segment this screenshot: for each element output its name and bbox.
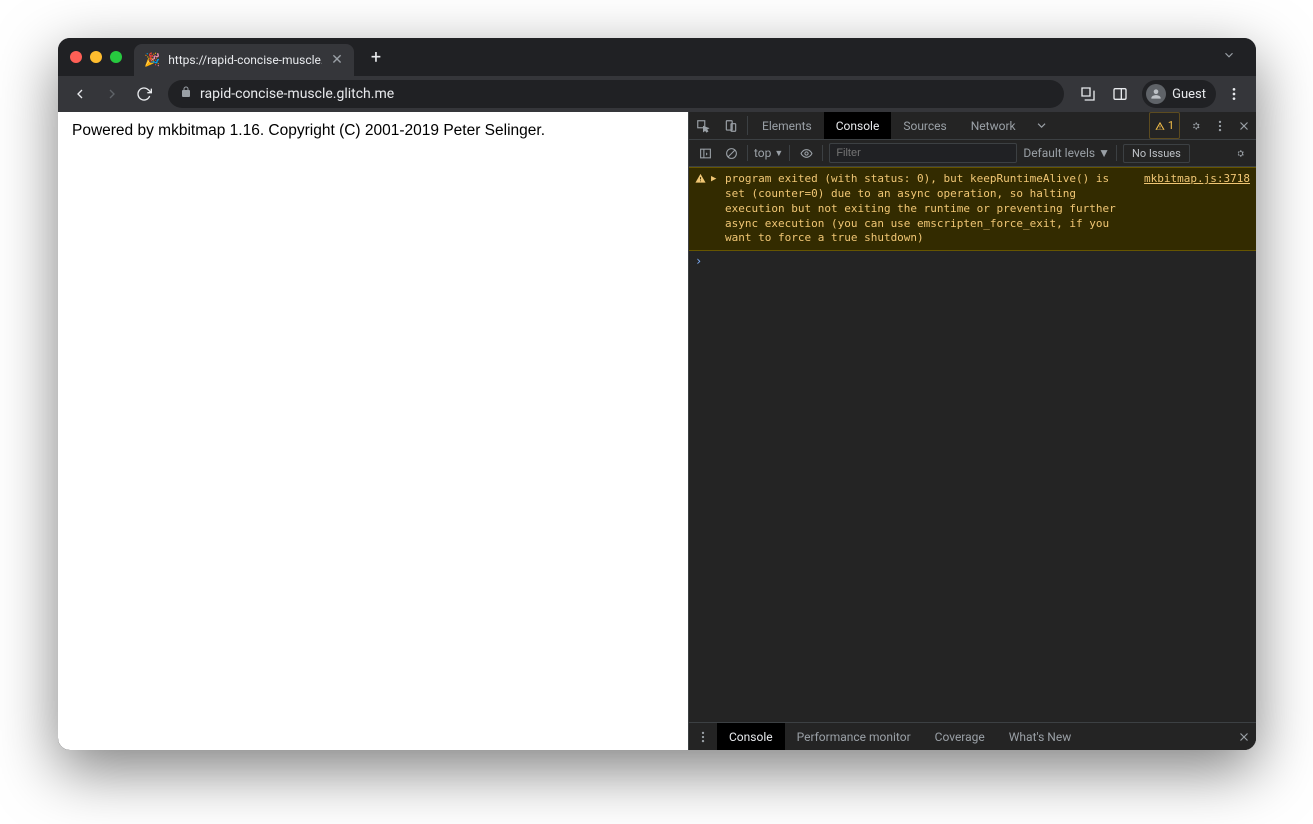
reload-button[interactable] — [130, 80, 158, 108]
tabs-overflow-button[interactable] — [1214, 44, 1244, 70]
console-sidebar-toggle[interactable] — [695, 147, 715, 160]
drawer-tab-coverage[interactable]: Coverage — [923, 723, 997, 750]
tab-sources[interactable]: Sources — [891, 112, 958, 139]
avatar-icon — [1146, 84, 1166, 104]
console-settings-button[interactable] — [1230, 147, 1250, 160]
new-tab-button[interactable]: + — [362, 43, 390, 71]
drawer-tab-performance-monitor[interactable]: Performance monitor — [785, 723, 923, 750]
address-bar: rapid-concise-muscle.glitch.me Guest — [58, 76, 1256, 112]
close-tab-button[interactable]: ✕ — [330, 53, 344, 67]
devtools-panel: Elements Console Sources Network 1 — [688, 112, 1256, 750]
drawer-close-button[interactable] — [1232, 730, 1256, 744]
browser-menu-button[interactable] — [1220, 80, 1248, 108]
page-body-text: Powered by mkbitmap 1.16. Copyright (C) … — [72, 122, 674, 140]
back-button[interactable] — [66, 80, 94, 108]
more-tabs-button[interactable] — [1028, 112, 1054, 139]
devtools-close-button[interactable] — [1232, 112, 1256, 139]
devtools-settings-button[interactable] — [1184, 112, 1208, 139]
console-output[interactable]: ▶ program exited (with status: 0), but k… — [689, 167, 1256, 722]
drawer-menu-button[interactable] — [689, 730, 717, 744]
media-control-button[interactable] — [1074, 80, 1102, 108]
console-warning-entry[interactable]: ▶ program exited (with status: 0), but k… — [689, 167, 1256, 251]
tab-network[interactable]: Network — [959, 112, 1028, 139]
console-filter-input[interactable] — [829, 143, 1017, 163]
forward-button[interactable] — [98, 80, 126, 108]
lock-icon — [180, 86, 192, 102]
console-prompt[interactable]: › — [689, 251, 1256, 271]
tab-favicon: 🎉 — [144, 53, 160, 68]
chevron-down-icon: ▼ — [774, 148, 783, 159]
inspect-element-button[interactable] — [689, 112, 717, 139]
levels-label: Default levels — [1023, 146, 1095, 160]
warning-icon — [693, 172, 707, 246]
log-source-link[interactable]: mkbitmap.js:3718 — [1136, 172, 1250, 246]
title-bar: 🎉 https://rapid-concise-muscle.g ✕ + — [58, 38, 1256, 76]
log-levels-dropdown[interactable]: Default levels ▼ — [1023, 146, 1110, 160]
close-window-button[interactable] — [70, 51, 82, 63]
maximize-window-button[interactable] — [110, 51, 122, 63]
issues-button[interactable]: No Issues — [1123, 144, 1190, 163]
content-row: Powered by mkbitmap 1.16. Copyright (C) … — [58, 112, 1256, 750]
devtools-drawer: Console Performance monitor Coverage Wha… — [689, 722, 1256, 750]
browser-tab[interactable]: 🎉 https://rapid-concise-muscle.g ✕ — [134, 44, 354, 76]
clear-console-button[interactable] — [721, 147, 741, 160]
window-controls — [70, 51, 122, 63]
warnings-indicator[interactable]: 1 — [1149, 112, 1180, 139]
tab-title: https://rapid-concise-muscle.g — [168, 53, 322, 67]
console-context-selector[interactable]: top ▼ — [754, 146, 783, 160]
log-message: program exited (with status: 0), but kee… — [725, 172, 1132, 246]
drawer-tab-console[interactable]: Console — [717, 723, 785, 750]
browser-window: 🎉 https://rapid-concise-muscle.g ✕ + rap… — [58, 38, 1256, 750]
console-toolbar: top ▼ Default levels ▼ No Issues — [689, 140, 1256, 167]
live-expression-button[interactable] — [796, 147, 816, 160]
warnings-count: 1 — [1168, 119, 1174, 132]
devtools-menu-button[interactable] — [1208, 112, 1232, 139]
log-expand-toggle[interactable]: ▶ — [711, 172, 721, 246]
omnibox-url: rapid-concise-muscle.glitch.me — [200, 86, 394, 102]
minimize-window-button[interactable] — [90, 51, 102, 63]
devtools-tabs: Elements Console Sources Network 1 — [689, 112, 1256, 140]
side-panel-button[interactable] — [1106, 80, 1134, 108]
prompt-chevron-icon: › — [695, 254, 709, 268]
context-label: top — [754, 146, 771, 160]
drawer-tab-whats-new[interactable]: What's New — [997, 723, 1083, 750]
profile-label: Guest — [1172, 87, 1206, 102]
device-toolbar-button[interactable] — [717, 112, 745, 139]
tab-elements[interactable]: Elements — [750, 112, 824, 139]
page-viewport[interactable]: Powered by mkbitmap 1.16. Copyright (C) … — [58, 112, 688, 750]
profile-button[interactable]: Guest — [1142, 80, 1216, 108]
tab-console[interactable]: Console — [824, 112, 892, 139]
chevron-down-icon: ▼ — [1098, 146, 1110, 160]
omnibox[interactable]: rapid-concise-muscle.glitch.me — [168, 80, 1064, 108]
